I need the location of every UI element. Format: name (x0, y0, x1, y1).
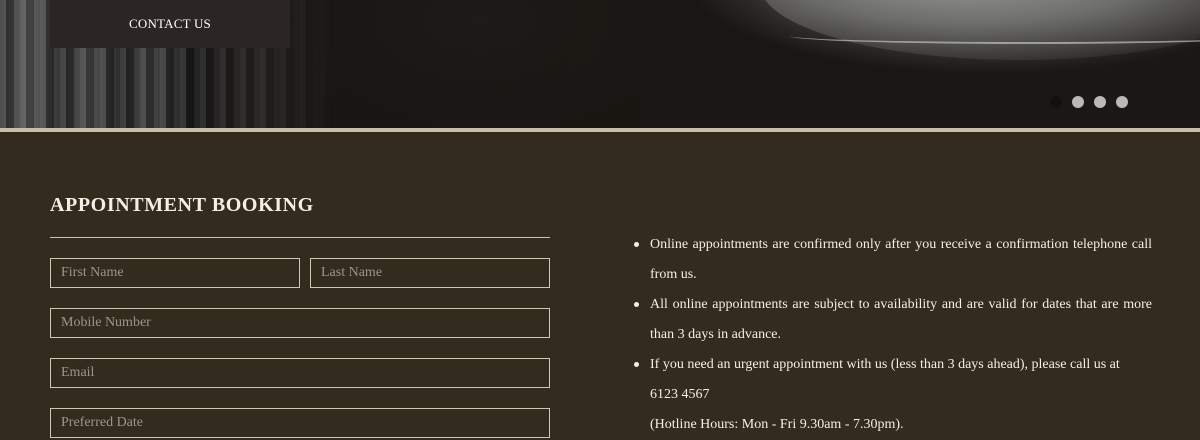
last-name-input[interactable] (310, 258, 550, 288)
hero-image-dish (760, 0, 1200, 60)
slider-dots (1050, 96, 1128, 108)
note-item: If you need an urgent appointment with u… (632, 350, 1152, 440)
email-input[interactable] (50, 358, 550, 388)
mobile-number-input[interactable] (50, 308, 550, 338)
booking-notes-list: Online appointments are confirmed only a… (632, 230, 1152, 440)
slider-dot-3[interactable] (1094, 96, 1106, 108)
slider-dot-1[interactable] (1050, 96, 1062, 108)
hero-banner: CONTACT US (0, 0, 1200, 128)
contact-us-button[interactable]: CONTACT US (50, 0, 290, 48)
note-item: Online appointments are confirmed only a… (632, 230, 1152, 290)
appointment-section: APPOINTMENT BOOKING Online appointments … (0, 132, 1200, 438)
slider-dot-2[interactable] (1072, 96, 1084, 108)
hotline-phone: 6123 4567 (650, 387, 710, 402)
preferred-date-input[interactable] (50, 408, 550, 438)
note-text: If you need an urgent appointment with u… (650, 357, 1120, 372)
slider-dot-4[interactable] (1116, 96, 1128, 108)
note-text: Online appointments are confirmed only a… (650, 237, 1152, 282)
note-text: All online appointments are subject to a… (650, 297, 1152, 342)
note-item: All online appointments are subject to a… (632, 290, 1152, 350)
hotline-hours: (Hotline Hours: Mon - Fri 9.30am - 7.30p… (650, 417, 904, 432)
title-rule (50, 237, 550, 238)
booking-title: APPOINTMENT BOOKING (50, 194, 314, 216)
first-name-input[interactable] (50, 258, 300, 288)
